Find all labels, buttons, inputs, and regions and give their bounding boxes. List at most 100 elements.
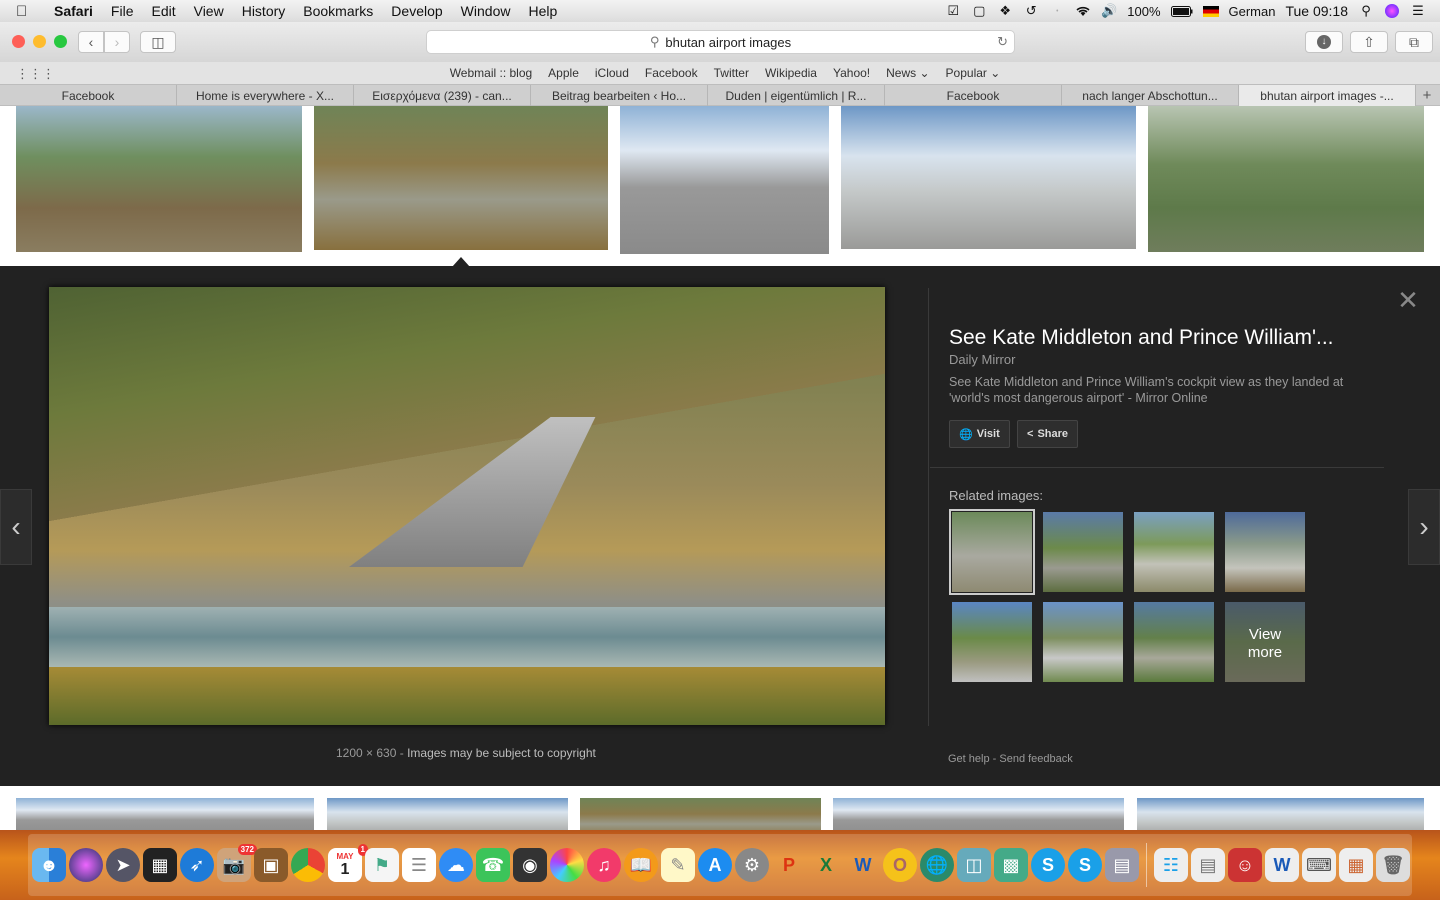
finder-icon[interactable]: ☻ — [32, 848, 66, 882]
tab-7[interactable]: nach langer Abschottun... — [1062, 85, 1239, 106]
apple-icon[interactable]:  — [16, 3, 46, 20]
result-image[interactable] — [327, 798, 568, 830]
numbers-icon[interactable]: ▩ — [994, 848, 1028, 882]
preview-app-icon[interactable]: ◫ — [957, 848, 991, 882]
app-menu-safari[interactable]: Safari — [54, 3, 93, 19]
menu-develop[interactable]: Develop — [391, 3, 442, 19]
dashboard-icon[interactable]: ▦ — [143, 848, 177, 882]
excel-icon[interactable]: X — [809, 848, 843, 882]
visit-button[interactable]: 🌐 Visit — [949, 420, 1010, 448]
checkmark-circle-icon[interactable]: ☑ — [945, 3, 961, 19]
tab-6[interactable]: Facebook — [885, 85, 1062, 106]
system-preferences-icon[interactable]: ⚙ — [735, 848, 769, 882]
share-button[interactable]: ⇧ — [1350, 31, 1388, 53]
tab-4[interactable]: Beitrag bearbeiten ‹ Ho... — [531, 85, 708, 106]
clock[interactable]: Tue 09:18 — [1285, 3, 1348, 19]
related-image[interactable] — [1225, 512, 1305, 592]
input-source-label[interactable]: German — [1229, 4, 1276, 19]
photo-booth-icon[interactable]: ◉ — [513, 848, 547, 882]
volume-icon[interactable]: 🔊 — [1101, 3, 1117, 19]
siri-dock-icon[interactable] — [69, 848, 103, 882]
result-image[interactable] — [841, 106, 1136, 249]
wifi-icon[interactable] — [1075, 3, 1091, 19]
menu-window[interactable]: Window — [461, 3, 511, 19]
reminders-icon[interactable]: ☰ — [402, 848, 436, 882]
document-skype-icon[interactable]: ☷ — [1154, 848, 1188, 882]
photo-document-icon[interactable]: ☺ — [1228, 848, 1262, 882]
tab-2[interactable]: Home is everywhere - X... — [177, 85, 354, 106]
menu-history[interactable]: History — [242, 3, 286, 19]
tab-3[interactable]: Εισερχόμενα (239) - can... — [354, 85, 531, 106]
tab-1[interactable]: Facebook — [0, 85, 177, 106]
favorite-apple[interactable]: Apple — [548, 66, 579, 80]
maps-icon[interactable]: ⚑ — [365, 848, 399, 882]
facetime-icon[interactable]: ☎ — [476, 848, 510, 882]
notes-brown-icon[interactable]: ▣ — [254, 848, 288, 882]
reload-icon[interactable]: ↻ — [997, 34, 1008, 50]
favorite-popular[interactable]: Popular ⌄ — [946, 66, 1001, 80]
favorite-facebook[interactable]: Facebook — [645, 66, 698, 80]
onenote-style-icon[interactable]: O — [883, 848, 917, 882]
favorite-webmail[interactable]: Webmail :: blog — [450, 66, 532, 80]
trash-icon[interactable]: 🗑 — [1376, 848, 1410, 882]
ibooks-icon[interactable]: 📖 — [624, 848, 658, 882]
app-store-icon[interactable]: A — [698, 848, 732, 882]
notification-center-icon[interactable]: ☰ — [1410, 3, 1426, 19]
powerpoint-icon[interactable]: P — [772, 848, 806, 882]
favorite-yahoo[interactable]: Yahoo! — [833, 66, 870, 80]
related-image[interactable] — [1134, 512, 1214, 592]
messages-icon[interactable]: ☁ — [439, 848, 473, 882]
favorite-news[interactable]: News ⌄ — [886, 66, 929, 80]
new-tab-plus-icon[interactable]: + — [1416, 85, 1438, 106]
result-image[interactable] — [1137, 798, 1424, 830]
result-image[interactable] — [1148, 106, 1424, 252]
menu-view[interactable]: View — [194, 3, 224, 19]
document-icon[interactable]: ▤ — [1191, 848, 1225, 882]
forward-button[interactable]: › — [104, 31, 130, 53]
related-image[interactable] — [949, 509, 1035, 595]
word-document-icon[interactable]: W — [1265, 848, 1299, 882]
menu-edit[interactable]: Edit — [151, 3, 175, 19]
itunes-icon[interactable]: ♫ — [587, 848, 621, 882]
downloads-button[interactable]: ↓ — [1305, 31, 1343, 53]
launchpad-icon[interactable]: ➤ — [106, 848, 140, 882]
related-image[interactable] — [1043, 602, 1123, 682]
result-image[interactable] — [314, 106, 608, 250]
safari-icon[interactable]: ➶ — [180, 848, 214, 882]
result-image[interactable] — [620, 106, 829, 254]
get-help-link[interactable]: Get help — [948, 753, 990, 765]
german-flag-icon[interactable] — [1202, 5, 1219, 17]
dropbox-icon[interactable]: ❖ — [997, 3, 1013, 19]
send-feedback-link[interactable]: Send feedback — [999, 753, 1072, 765]
share-image-button[interactable]: < Share — [1017, 420, 1079, 448]
skype-icon[interactable]: S — [1031, 848, 1065, 882]
keyboard-document-icon[interactable]: ⌨ — [1302, 848, 1336, 882]
image-capture-icon[interactable]: ▤ — [1105, 848, 1139, 882]
notes-icon[interactable]: ✎ — [661, 848, 695, 882]
result-image[interactable] — [833, 798, 1124, 830]
address-bar[interactable]: ⚲ bhutan airport images ↻ — [426, 30, 1015, 54]
menu-bookmarks[interactable]: Bookmarks — [303, 3, 373, 19]
menu-help[interactable]: Help — [528, 3, 557, 19]
downloads-stack-icon[interactable]: ▦ — [1339, 848, 1373, 882]
time-machine-icon[interactable]: ↺ — [1023, 3, 1039, 19]
close-icon[interactable]: ✕ — [1396, 287, 1420, 313]
preview-image[interactable] — [49, 287, 885, 725]
related-image[interactable] — [952, 602, 1032, 682]
favorite-wikipedia[interactable]: Wikipedia — [765, 66, 817, 80]
view-more-button[interactable]: View more — [1225, 602, 1305, 682]
favorite-icloud[interactable]: iCloud — [595, 66, 629, 80]
rounded-square-icon[interactable]: ▢ — [971, 3, 987, 19]
menu-file[interactable]: File — [111, 3, 134, 19]
spotlight-search-icon[interactable]: ⚲ — [1358, 3, 1374, 19]
result-image[interactable] — [580, 798, 821, 830]
tab-5[interactable]: Duden | eigentümlich | R... — [708, 85, 885, 106]
close-window-button[interactable] — [12, 35, 25, 48]
tab-8-active[interactable]: bhutan airport images -... — [1239, 85, 1416, 106]
result-image[interactable] — [16, 106, 302, 252]
minimize-window-button[interactable] — [33, 35, 46, 48]
zoom-window-button[interactable] — [54, 35, 67, 48]
related-image[interactable] — [1043, 512, 1123, 592]
photos-icon[interactable] — [550, 848, 584, 882]
siri-icon[interactable] — [1384, 3, 1400, 19]
